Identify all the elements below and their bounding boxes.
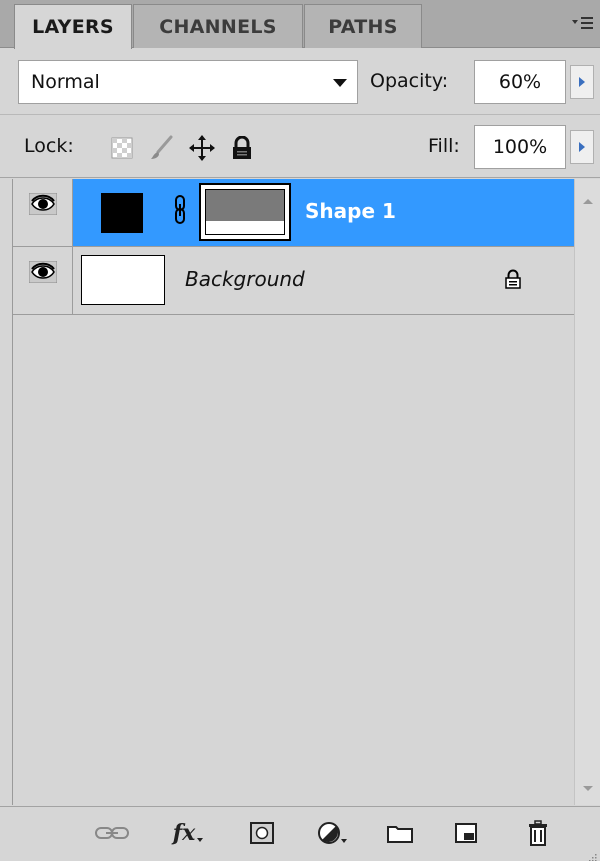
opacity-label: Opacity: — [370, 70, 449, 92]
blend-mode-select[interactable]: Normal — [18, 60, 358, 104]
lock-transparent-pixels-icon[interactable] — [108, 134, 136, 162]
arrow-right-icon — [579, 142, 585, 152]
link-layers-icon[interactable] — [94, 817, 130, 849]
lock-label: Lock: — [24, 135, 74, 157]
chain-link-icon[interactable] — [173, 195, 187, 229]
lock-image-pixels-brush-icon[interactable] — [148, 134, 176, 162]
tab-channels[interactable]: CHANNELS — [133, 4, 303, 48]
blend-opacity-row: Normal Opacity: 60% — [0, 48, 600, 114]
tab-layers[interactable]: LAYERS — [14, 4, 132, 49]
vector-mask-thumbnail[interactable] — [199, 183, 291, 241]
layer-thumbnail[interactable] — [81, 255, 165, 305]
group-folder-icon[interactable] — [382, 817, 418, 849]
layer-row-shape-1[interactable]: Shape 1 — [13, 179, 575, 247]
layers-list: Shape 1 Background — [12, 179, 575, 805]
trash-icon[interactable] — [520, 817, 556, 849]
layer-name[interactable]: Background — [185, 267, 305, 291]
panel-tab-bar: LAYERS CHANNELS PATHS — [0, 0, 600, 49]
fx-icon[interactable]: fx — [170, 817, 206, 849]
layer-visibility-toggle[interactable] — [13, 179, 73, 247]
opacity-field[interactable]: 60% — [474, 60, 566, 104]
fill-field[interactable]: 100% — [474, 125, 566, 169]
lock-position-move-icon[interactable] — [188, 134, 216, 162]
arrow-right-icon — [579, 77, 585, 87]
tab-paths[interactable]: PATHS — [304, 4, 422, 48]
layer-name[interactable]: Shape 1 — [305, 199, 396, 223]
eye-icon — [28, 193, 57, 215]
fill-color-thumbnail[interactable] — [101, 193, 143, 233]
fill-label: Fill: — [428, 135, 460, 157]
opacity-slider-button[interactable] — [570, 65, 594, 99]
fill-slider-button[interactable] — [570, 130, 594, 164]
eye-icon — [28, 261, 57, 283]
layers-scrollbar[interactable] — [574, 179, 600, 805]
layer-row-background[interactable]: Background — [13, 247, 575, 315]
panel-menu-icon[interactable] — [572, 12, 594, 34]
lock-all-icon[interactable] — [228, 134, 256, 162]
chevron-down-icon — [333, 79, 347, 87]
lock-fill-row: Lock: Fill: 100% — [0, 114, 600, 178]
layers-bottom-toolbar: fx — [0, 806, 600, 861]
blend-mode-value: Normal — [31, 71, 100, 93]
add-mask-icon[interactable] — [244, 817, 280, 849]
lock-icon — [505, 269, 521, 293]
resize-grip-icon[interactable] — [587, 847, 597, 861]
adjustment-layer-icon[interactable] — [314, 817, 350, 849]
scroll-up-arrow-icon[interactable] — [583, 199, 593, 204]
scroll-down-arrow-icon[interactable] — [583, 786, 593, 791]
new-layer-icon[interactable] — [448, 817, 484, 849]
layer-visibility-toggle[interactable] — [13, 247, 73, 315]
